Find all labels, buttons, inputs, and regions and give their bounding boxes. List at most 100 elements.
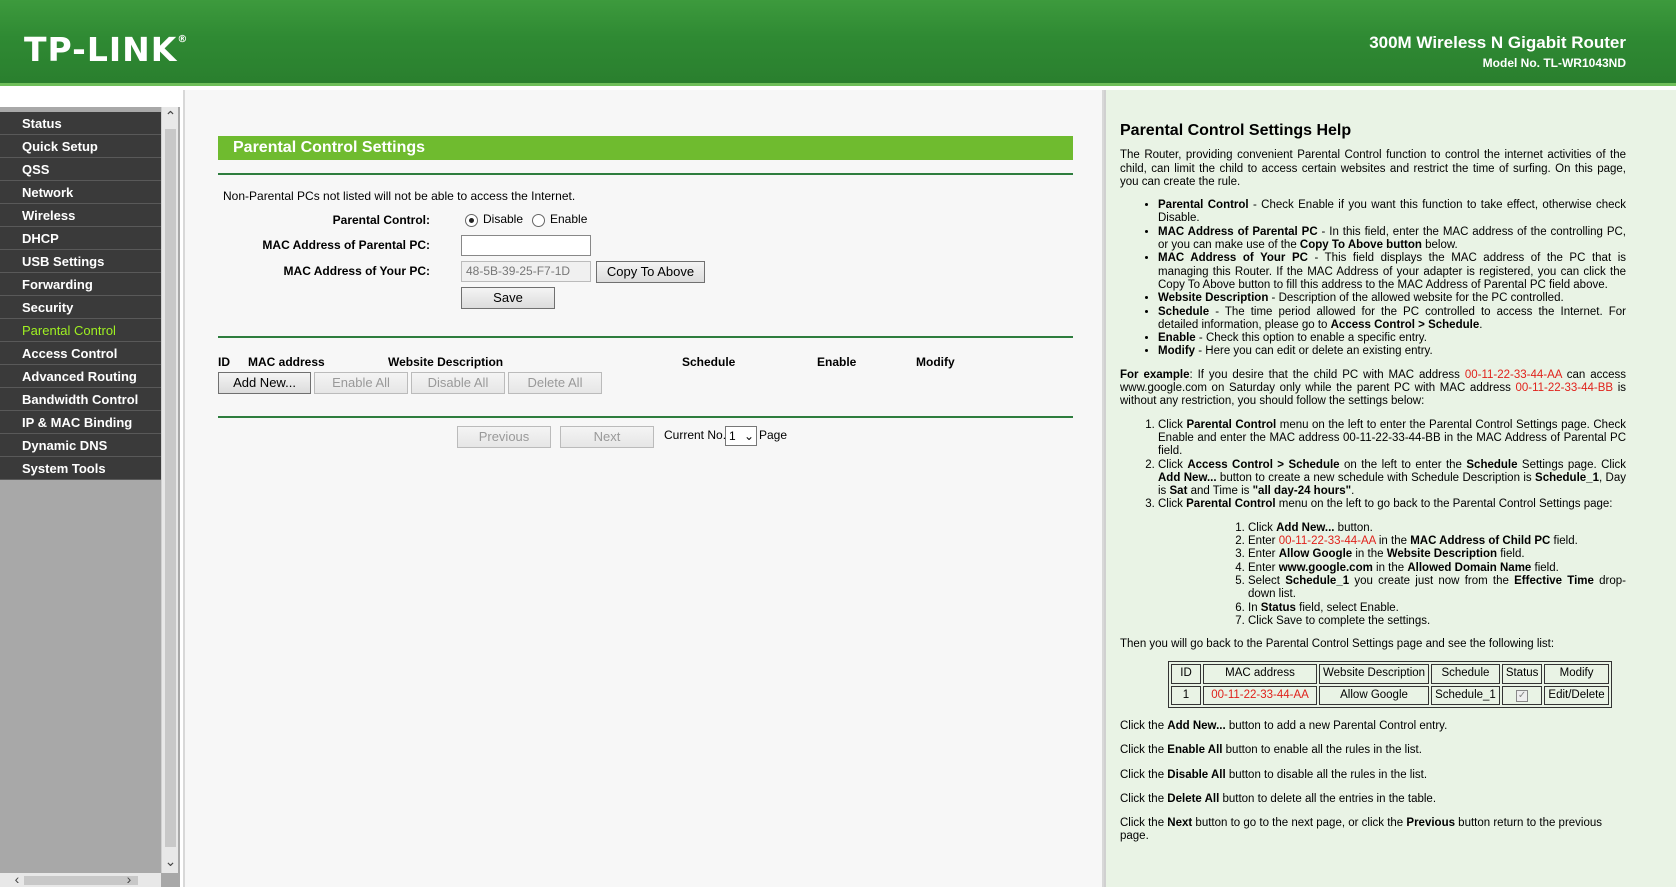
menu-horizontal-scrollbar[interactable]: ‹ › (0, 871, 161, 887)
chevron-down-icon: ⌄ (743, 429, 754, 443)
help-example-table: ID MAC address Website Description Sched… (1168, 661, 1612, 708)
sidebar-item-qss[interactable]: QSS (0, 158, 161, 181)
table-header-cell: Modify (1544, 664, 1609, 684)
sidebar-item-network[interactable]: Network (0, 181, 161, 204)
sidebar-item-usb-settings[interactable]: USB Settings (0, 250, 161, 273)
parental-control-label: Parental Control: (332, 213, 430, 227)
help-substep: Select Schedule_1 you create just now fr… (1248, 575, 1626, 602)
model-number: Model No. TL-WR1043ND (1482, 56, 1626, 70)
product-name: 300M Wireless N Gigabit Router (1369, 33, 1626, 52)
help-item-website: Website Description - Description of the… (1158, 292, 1626, 305)
help-item-mac-parental: MAC Address of Parental PC - In this fie… (1158, 226, 1626, 253)
help-line-next-previous: Click the Next button to go to the next … (1120, 817, 1603, 843)
disable-radio[interactable] (465, 214, 478, 227)
help-item-schedule: Schedule - The time period allowed for t… (1158, 306, 1626, 333)
help-step-2: Click Access Control > Schedule on the l… (1158, 459, 1626, 499)
enable-all-button[interactable]: Enable All (314, 372, 408, 394)
help-item-enable: Enable - Check this option to enable a s… (1158, 332, 1626, 345)
registered-mark: ® (177, 34, 189, 45)
mac-parental-input[interactable] (461, 235, 591, 256)
sidebar-item-system-tools[interactable]: System Tools (0, 457, 161, 480)
help-substep: In Status field, select Enable. (1248, 602, 1626, 615)
scroll-down-icon[interactable]: ⌄ (162, 852, 179, 870)
col-header-modify: Modify (916, 355, 955, 369)
menu-frame: Status Quick Setup QSS Network Wireless … (0, 107, 180, 887)
col-header-schedule: Schedule (682, 355, 736, 369)
delete-all-button[interactable]: Delete All (508, 372, 602, 394)
sidebar-item-parental-control[interactable]: Parental Control (0, 319, 161, 342)
sidebar-item-access-control[interactable]: Access Control (0, 342, 161, 365)
copy-to-above-button[interactable]: Copy To Above (596, 261, 705, 283)
help-substep: Enter www.google.com in the Allowed Doma… (1248, 562, 1626, 575)
enable-radio[interactable] (532, 214, 545, 227)
divider (218, 336, 1073, 338)
help-line-enable-all: Click the Enable All button to enable al… (1120, 744, 1422, 757)
table-cell-id: 1 (1171, 685, 1201, 705)
col-header-mac: MAC address (248, 355, 325, 369)
next-button[interactable]: Next (560, 426, 654, 448)
table-header-cell: Schedule (1431, 664, 1500, 684)
help-example: For example: If you desire that the chil… (1120, 368, 1627, 408)
scroll-right-icon[interactable]: › (120, 871, 138, 887)
sidebar-menu: Status Quick Setup QSS Network Wireless … (0, 112, 161, 480)
page-select-value: 1 (729, 429, 736, 443)
table-cell-website: Allow Google (1319, 685, 1430, 705)
sidebar-item-wireless[interactable]: Wireless (0, 204, 161, 227)
sidebar-item-bandwidth-control[interactable]: Bandwidth Control (0, 388, 161, 411)
scroll-up-icon[interactable]: ⌃ (162, 107, 179, 125)
non-parental-note: Non-Parental PCs not listed will not be … (223, 189, 576, 203)
page-select[interactable]: 1 ⌄ (725, 426, 757, 446)
help-content: Parental Control Settings Help The Route… (1120, 122, 1627, 855)
help-substep: Enter Allow Google in the Website Descri… (1248, 548, 1626, 561)
help-substep: Enter 00-11-22-33-44-AA in the MAC Addre… (1248, 535, 1626, 548)
table-header-row: ID MAC address Website Description Sched… (1171, 664, 1609, 684)
help-steps: Click Parental Control menu on the left … (1158, 419, 1626, 628)
tp-link-logo: TP-LINK® (24, 30, 188, 69)
checkbox-checked-icon: ✓ (1516, 689, 1529, 702)
mac-your-pc-label: MAC Address of Your PC: (283, 264, 430, 278)
divider (218, 173, 1073, 175)
col-header-enable: Enable (817, 355, 857, 369)
table-cell-mac: 00-11-22-33-44-AA (1203, 685, 1317, 705)
sidebar-item-security[interactable]: Security (0, 296, 161, 319)
table-cell-status: ✓ (1501, 685, 1543, 705)
sidebar-item-ip-mac-binding[interactable]: IP & MAC Binding (0, 411, 161, 434)
table-header-cell: MAC address (1203, 664, 1317, 684)
logo-text: TP-LINK (24, 30, 178, 69)
table-cell-modify: Edit/Delete (1544, 685, 1609, 705)
main-content: Parental Control Settings Non-Parental P… (183, 90, 1104, 887)
sidebar-item-status[interactable]: Status (0, 112, 161, 135)
help-step-1: Click Parental Control menu on the left … (1158, 419, 1626, 459)
table-row: 1 00-11-22-33-44-AA Allow Google Schedul… (1171, 685, 1609, 705)
sidebar-item-forwarding[interactable]: Forwarding (0, 273, 161, 296)
sidebar-item-quick-setup[interactable]: Quick Setup (0, 135, 161, 158)
current-no-label: Current No. (664, 428, 727, 442)
table-header-cell: Website Description (1319, 664, 1430, 684)
help-step-3: Click Parental Control menu on the left … (1158, 498, 1626, 628)
col-header-id: ID (218, 355, 230, 369)
menu-vertical-scrollbar[interactable]: ⌃ ⌄ (161, 107, 178, 873)
scroll-thumb[interactable] (165, 129, 176, 847)
table-header-cell: Status (1501, 664, 1543, 684)
sidebar-item-advanced-routing[interactable]: Advanced Routing (0, 365, 161, 388)
help-substep: Click Add New... button. (1248, 522, 1626, 535)
page-title: Parental Control Settings (218, 136, 1073, 160)
help-line-add-new: Click the Add New... button to add a new… (1120, 719, 1448, 732)
table-cell-schedule: Schedule_1 (1431, 685, 1500, 705)
help-substep: Click Save to complete the settings. (1248, 615, 1626, 628)
sidebar-item-dhcp[interactable]: DHCP (0, 227, 161, 250)
sidebar-item-dynamic-dns[interactable]: Dynamic DNS (0, 434, 161, 457)
help-list-intro: Then you will go back to the Parental Co… (1120, 638, 1555, 651)
add-new-button[interactable]: Add New... (218, 372, 311, 394)
mac-parental-label: MAC Address of Parental PC: (262, 238, 430, 252)
disable-radio-label: Disable (483, 212, 524, 226)
help-intro: The Router, providing convenient Parenta… (1120, 149, 1626, 188)
disable-all-button[interactable]: Disable All (411, 372, 505, 394)
help-substeps: Click Add New... button. Enter 00-11-22-… (1248, 522, 1626, 628)
help-field-list: Parental Control - Check Enable if you w… (1158, 199, 1626, 359)
help-title: Parental Control Settings Help (1120, 122, 1352, 139)
divider (218, 416, 1073, 418)
save-button[interactable]: Save (461, 287, 555, 309)
previous-button[interactable]: Previous (457, 426, 551, 448)
help-item-modify: Modify - Here you can edit or delete an … (1158, 345, 1626, 358)
